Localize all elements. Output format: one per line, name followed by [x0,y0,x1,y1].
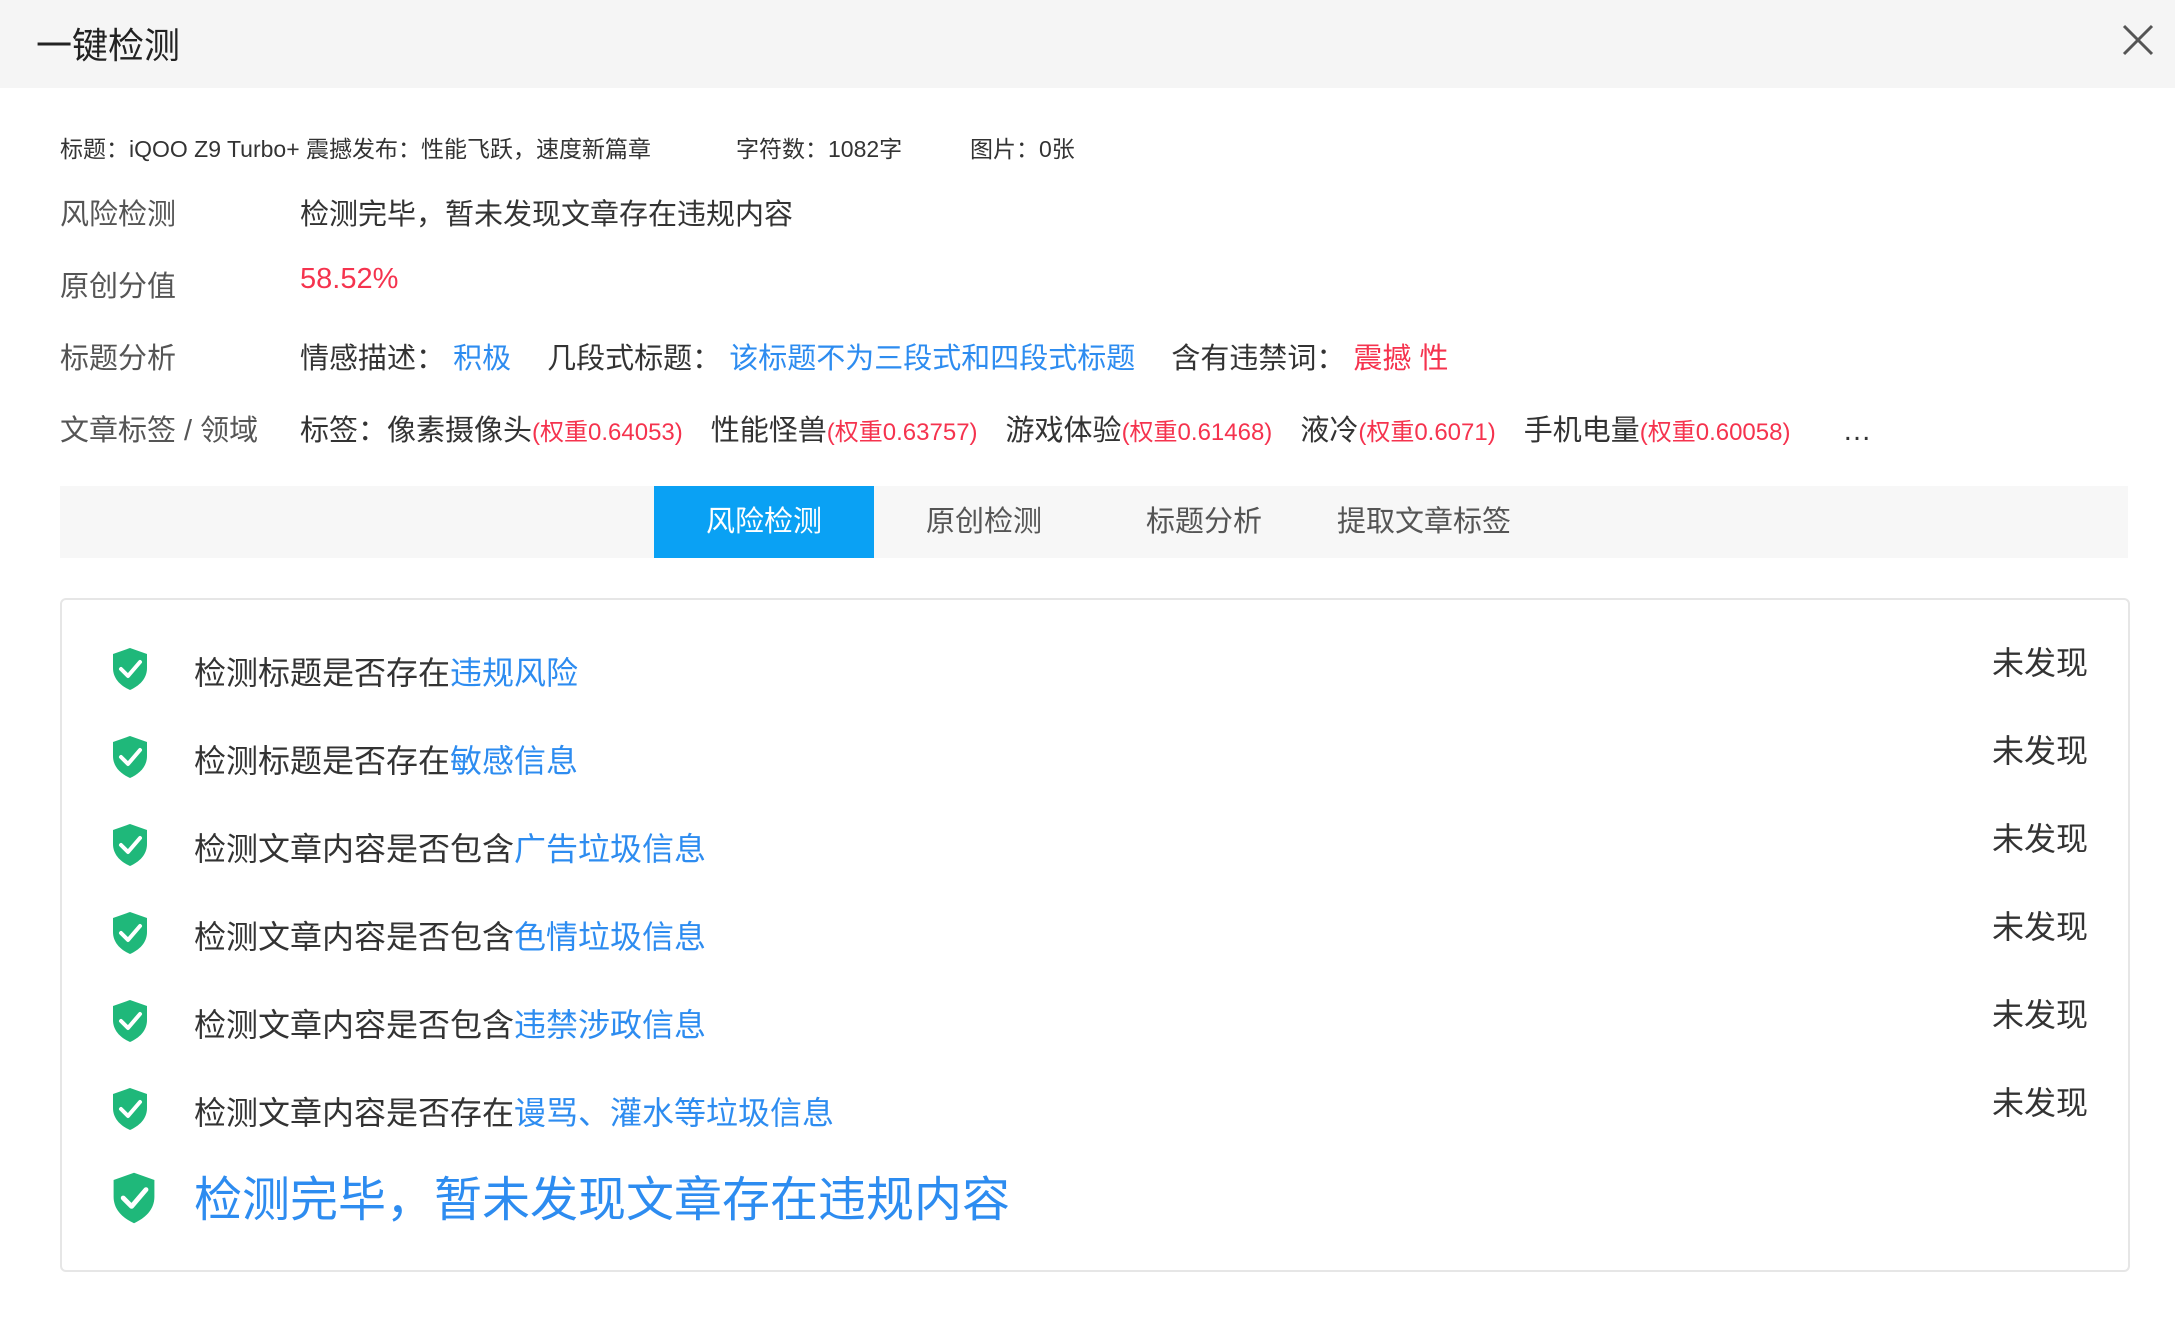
tag-item: 游戏体验(权重0.61468) [1005,415,1273,447]
title-analysis-label: 标题分析 [60,343,177,375]
originality-label: 原创分值 [60,271,177,303]
risk-value: 检测完毕，暂未发现文章存在违规内容 [300,199,794,231]
check-status: 未发现 [1991,645,2088,681]
check-description: 检测标题是否存在敏感信息 [194,743,579,779]
article-title: 标题：iQOO Z9 Turbo+ 震撼发布：性能飞跃，速度新篇章 [60,136,652,162]
dialog-title: 一键检测 [36,25,181,66]
tab-risk-detection[interactable]: 风险检测 [654,486,874,558]
tab-extract-tags[interactable]: 提取文章标签 [1314,486,1534,558]
check-row: 检测文章内容是否包含色情垃圾信息 未发现 [110,902,2088,962]
title-analysis-value: 情感描述： 积极 几段式标题： 该标题不为三段式和四段式标题 含有违禁词： 震撼… [300,335,1448,377]
tags-label: 文章标签 / 领域 [60,415,259,447]
check-row: 检测标题是否存在敏感信息 未发现 [110,726,2088,786]
shield-check-icon [113,648,147,690]
dialog-header: 一键检测 [0,0,2175,88]
tag-item: 液冷(权重0.6071) [1300,415,1496,447]
tab-originality-detection[interactable]: 原创检测 [874,486,1094,558]
check-row: 检测文章内容是否包含违禁涉政信息 未发现 [110,990,2088,1050]
check-description: 检测文章内容是否包含违禁涉政信息 [194,1007,707,1043]
check-description: 检测文章内容是否包含色情垃圾信息 [194,919,707,955]
shield-check-icon [113,736,147,778]
sentiment-label: 情感描述： [300,343,446,375]
sentiment-value: 积极 [453,343,512,375]
banned-words-label: 含有违禁词： [1171,343,1346,375]
check-status: 未发现 [1991,997,2088,1033]
final-result-message: 检测完毕，暂未发现文章存在违规内容 [194,1174,1011,1227]
close-icon[interactable] [2120,22,2156,58]
check-row: 检测标题是否存在违规风险 未发现 [110,638,2088,698]
check-status: 未发现 [1991,909,2088,945]
tab-title-analysis[interactable]: 标题分析 [1094,486,1314,558]
shield-check-icon [113,824,147,866]
shield-check-icon [113,1088,147,1130]
shield-check-icon [113,912,147,954]
shield-check-icon [113,1172,155,1224]
originality-score: 58.52% [300,263,399,295]
tag-item: 性能怪兽(权重0.63757) [710,415,978,447]
tag-item: 手机电量(权重0.60058) [1523,415,1791,447]
tag-item: 像素摄像头(权重0.64053) [387,415,683,447]
risk-results-panel: 检测标题是否存在违规风险 未发现 检测标题是否存在敏感信息 未发现 检测文章内容… [60,598,2130,1272]
shield-check-icon [113,1000,147,1042]
tags-more-button[interactable]: … [1842,415,1871,447]
check-description: 检测标题是否存在违规风险 [194,655,579,691]
tags-prefix: 标签： [300,415,388,447]
char-count: 字符数：1082字 [736,136,903,162]
check-status: 未发现 [1991,1085,2088,1121]
segment-label: 几段式标题： [547,343,722,375]
tab-bar: 风险检测 原创检测 标题分析 提取文章标签 [60,486,2128,558]
check-status: 未发现 [1991,821,2088,857]
check-status: 未发现 [1991,733,2088,769]
check-row: 检测文章内容是否存在谩骂、灌水等垃圾信息 未发现 [110,1078,2088,1138]
segment-value: 该标题不为三段式和四段式标题 [729,343,1136,375]
check-description: 检测文章内容是否存在谩骂、灌水等垃圾信息 [194,1095,835,1131]
risk-label: 风险检测 [60,199,177,231]
image-count: 图片：0张 [970,136,1075,162]
check-description: 检测文章内容是否包含广告垃圾信息 [194,831,707,867]
check-row: 检测文章内容是否包含广告垃圾信息 未发现 [110,814,2088,874]
tags-value: 标签：像素摄像头(权重0.64053) 性能怪兽(权重0.63757) 游戏体验(权… [300,407,1871,449]
banned-words-value: 震撼 性 [1353,343,1449,375]
